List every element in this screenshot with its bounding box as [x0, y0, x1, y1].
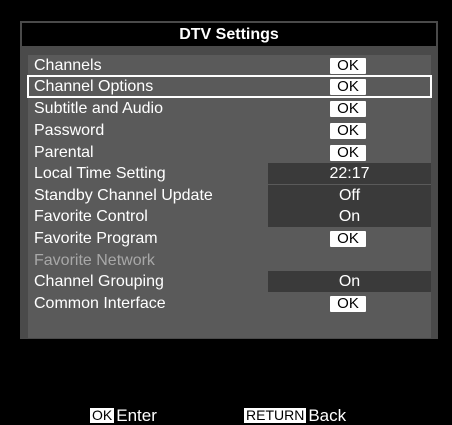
menu-item-favorite-control[interactable]: Favorite Control On [28, 206, 431, 227]
menu-item-password[interactable]: Password OK [28, 120, 431, 141]
enter-hint: OK Enter [90, 407, 157, 425]
menu-item-label: Channels [34, 57, 102, 74]
ok-button[interactable]: OK [330, 58, 366, 74]
enter-hint-label: Enter [116, 406, 157, 425]
menu-item-label: Channel Options [34, 78, 154, 95]
back-hint-label: Back [308, 406, 347, 425]
menu-item-channel-grouping[interactable]: Channel Grouping On [28, 271, 431, 292]
ok-button[interactable]: OK [330, 101, 366, 117]
ok-button[interactable]: OK [330, 79, 366, 95]
menu-item-label: Subtitle and Audio [34, 100, 163, 117]
menu-item-label: Password [34, 122, 105, 139]
setting-value[interactable]: On [268, 271, 431, 292]
menu-item-label: Parental [34, 144, 94, 161]
menu-item-channel-options[interactable]: Channel Options OK [27, 75, 432, 98]
menu-item-label: Favorite Network [34, 252, 155, 269]
ok-button[interactable]: OK [330, 296, 366, 312]
return-key-icon: RETURN [244, 407, 307, 423]
menu-item-subtitle-and-audio[interactable]: Subtitle and Audio OK [28, 98, 431, 119]
menu-item-favorite-network: Favorite Network [28, 250, 431, 271]
ok-key-icon: OK [90, 407, 115, 423]
key-hint-bar: OK Enter RETURN Back [0, 404, 452, 425]
back-hint: RETURN Back [244, 407, 346, 425]
menu-item-favorite-program[interactable]: Favorite Program OK [28, 228, 431, 249]
menu-item-parental[interactable]: Parental OK [28, 142, 431, 163]
dtv-settings-panel: DTV Settings Channels OK Channel Options… [20, 21, 438, 339]
menu-item-label: Standby Channel Update [34, 187, 213, 204]
menu-item-label: Favorite Program [34, 230, 158, 247]
menu-item-channels[interactable]: Channels OK [28, 55, 431, 76]
setting-value[interactable]: On [268, 206, 431, 227]
menu-item-label: Common Interface [34, 295, 166, 312]
ok-button[interactable]: OK [330, 145, 366, 161]
ok-button[interactable]: OK [330, 123, 366, 139]
settings-menu: Channels OK Channel Options OK Subtitle … [27, 55, 432, 338]
menu-item-common-interface[interactable]: Common Interface OK [28, 293, 431, 314]
menu-item-standby-channel-update[interactable]: Standby Channel Update Off [28, 185, 431, 206]
time-value[interactable]: 22:17 [268, 163, 431, 184]
menu-item-label: Favorite Control [34, 208, 148, 225]
menu-item-label: Channel Grouping [34, 273, 164, 290]
menu-item-local-time-setting[interactable]: Local Time Setting 22:17 [28, 163, 431, 184]
menu-item-label: Local Time Setting [34, 165, 166, 182]
panel-title: DTV Settings [20, 21, 438, 48]
setting-value[interactable]: Off [268, 185, 431, 206]
ok-button[interactable]: OK [330, 231, 366, 247]
